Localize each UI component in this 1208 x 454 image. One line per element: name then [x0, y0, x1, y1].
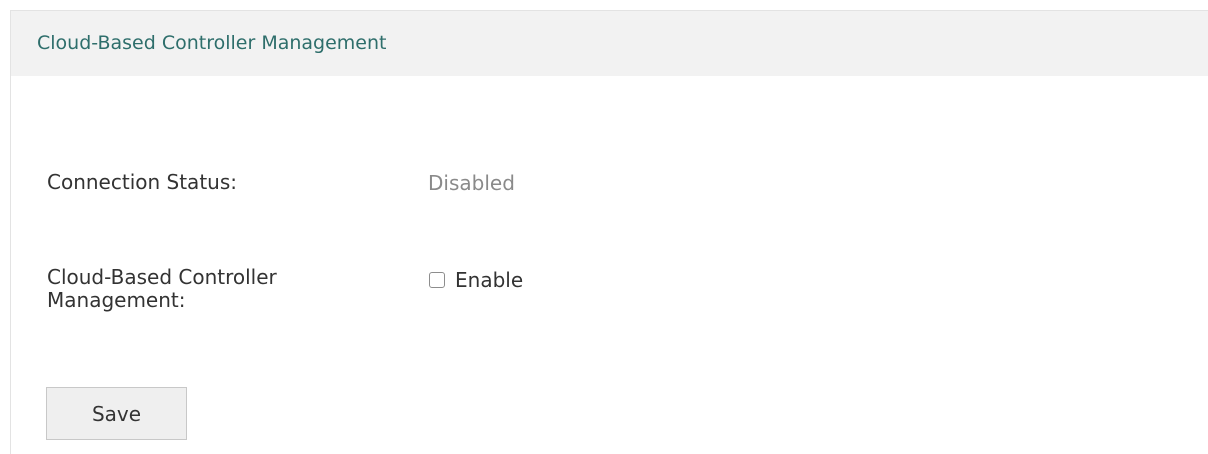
enable-checkbox-control[interactable]: Enable [429, 268, 523, 292]
save-button[interactable]: Save [46, 387, 187, 440]
panel-title: Cloud-Based Controller Management [37, 32, 387, 54]
panel-header: Cloud-Based Controller Management [11, 11, 1208, 76]
enable-checkbox-label[interactable]: Enable [455, 268, 523, 292]
connection-status-label: Connection Status: [47, 170, 237, 194]
settings-panel: Cloud-Based Controller Management Connec… [10, 10, 1208, 454]
cloud-management-label: Cloud-Based Controller Management: [47, 266, 277, 312]
enable-checkbox[interactable] [429, 272, 445, 288]
cloud-management-label-line2: Management: [47, 288, 186, 312]
connection-status-value: Disabled [428, 171, 515, 195]
cloud-management-label-line1: Cloud-Based Controller [47, 265, 277, 289]
